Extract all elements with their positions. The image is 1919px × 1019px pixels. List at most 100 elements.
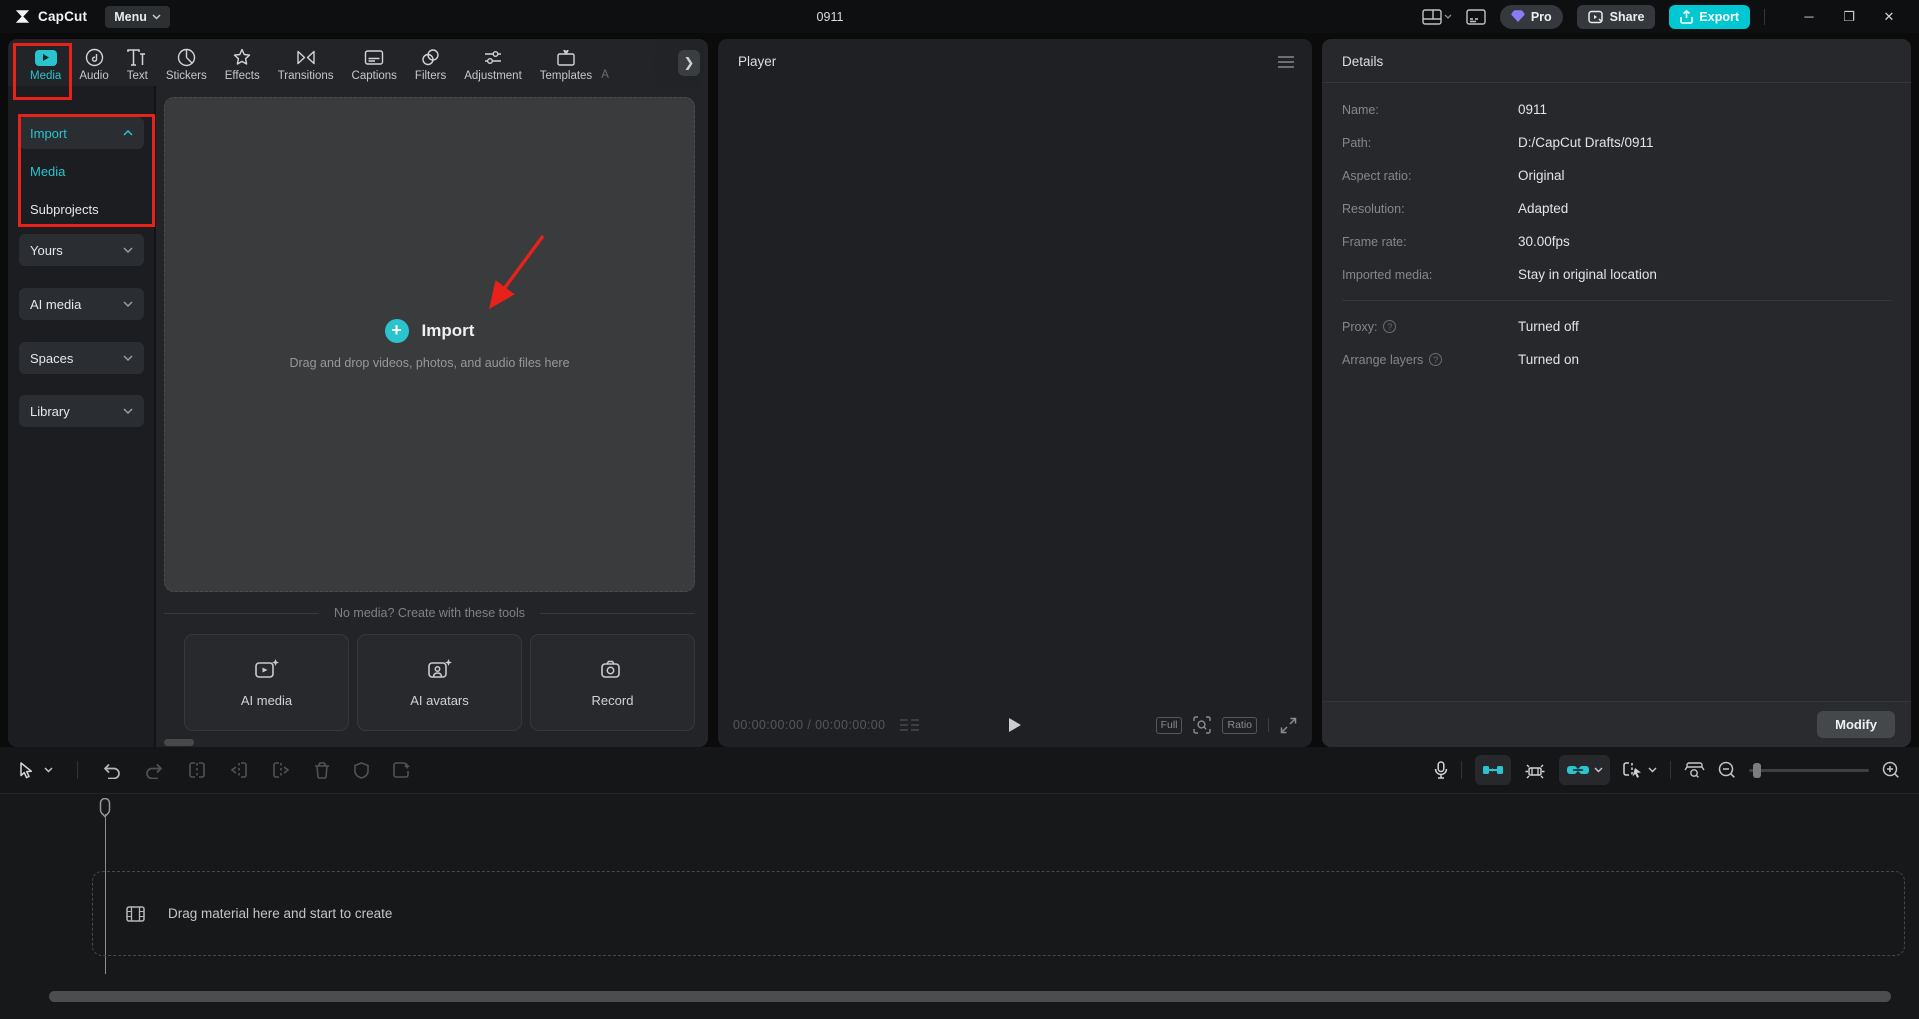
full-screen-toggle[interactable]: Full — [1155, 716, 1183, 734]
export-button[interactable]: Export — [1669, 4, 1750, 29]
extract-audio-button[interactable] — [393, 762, 412, 778]
tab-label: Audio — [79, 70, 109, 82]
preview-render-button[interactable] — [1684, 761, 1705, 779]
sidebar-import-header[interactable]: Import — [19, 117, 144, 149]
toolbar-divider — [1461, 761, 1462, 779]
link-clips-toggle[interactable] — [1559, 755, 1610, 785]
tab-stickers[interactable]: Stickers — [157, 48, 216, 82]
timeline-horizontal-scrollbar[interactable] — [49, 991, 1891, 1002]
audio-tab-icon — [85, 48, 104, 67]
fullscreen-expand-button[interactable] — [1280, 717, 1297, 734]
timeline-area: Drag material here and start to create — [0, 793, 1919, 1019]
minimize-button[interactable]: ─ — [1789, 3, 1829, 31]
help-icon[interactable]: ? — [1383, 320, 1397, 333]
tab-label: Captions — [351, 70, 397, 82]
record-card[interactable]: Record — [530, 634, 695, 731]
timeline-dropzone[interactable]: Drag material here and start to create — [92, 871, 1905, 956]
delete-right-button[interactable] — [272, 762, 290, 778]
tab-label: Media — [30, 70, 62, 82]
player-menu-button[interactable] — [1278, 55, 1294, 68]
sidebar-item-label: Media — [30, 163, 66, 179]
effects-tab-icon — [232, 48, 252, 67]
delete-button[interactable] — [314, 761, 330, 779]
bottom-panel-button[interactable] — [1466, 8, 1486, 25]
share-button[interactable]: Share — [1576, 4, 1656, 29]
details-panel: Details Name: 0911 Path: D:/CapCut Draft… — [1322, 39, 1911, 747]
expand-icon — [1280, 717, 1297, 733]
tab-text[interactable]: Text — [118, 48, 157, 82]
select-tool-button[interactable] — [19, 761, 53, 779]
help-icon[interactable]: ? — [1429, 353, 1443, 366]
tab-label: Transitions — [277, 70, 334, 82]
detail-row-path: Path: D:/CapCut Drafts/0911 — [1342, 135, 1654, 150]
zoom-out-button[interactable] — [1718, 761, 1736, 779]
chevron-down-icon — [1594, 767, 1603, 773]
zoom-focus-button[interactable] — [1193, 716, 1212, 734]
sidebar-section-yours[interactable]: Yours — [19, 234, 144, 266]
undo-button[interactable] — [102, 762, 121, 779]
titlebar-separator — [1764, 8, 1765, 25]
ai-avatars-card[interactable]: AI avatars — [357, 634, 522, 731]
mask-button[interactable] — [354, 761, 369, 779]
snap-icon — [1483, 766, 1503, 774]
toolbar-divider — [77, 761, 78, 779]
tab-captions[interactable]: Captions — [343, 48, 406, 82]
import-dropzone[interactable]: + Import Drag and drop videos, photos, a… — [164, 97, 695, 592]
tabstrip: Media Audio Text Stickers Effects Transi… — [8, 39, 708, 86]
details-footer: Modify — [1322, 701, 1911, 747]
captions-tab-icon — [364, 48, 384, 67]
main-track-magnet-button[interactable] — [1524, 762, 1546, 779]
capcut-logo-icon — [14, 9, 31, 24]
pro-button[interactable]: Pro — [1499, 4, 1563, 29]
timeline-zoom-slider[interactable] — [1749, 762, 1869, 778]
export-label: Export — [1699, 9, 1739, 24]
play-button[interactable] — [1008, 717, 1022, 733]
redo-button[interactable] — [145, 762, 164, 779]
maximize-button[interactable]: ❐ — [1829, 3, 1869, 31]
sidebar-section-spaces[interactable]: Spaces — [19, 342, 144, 374]
zoom-in-button[interactable] — [1882, 761, 1900, 779]
total-time: 00:00:00:00 — [815, 718, 886, 732]
sidebar-item-subprojects[interactable]: Subprojects — [19, 197, 144, 221]
bottom-panel-icon — [1466, 8, 1486, 25]
sidebar-section-ai-media[interactable]: AI media — [19, 288, 144, 320]
tab-filters[interactable]: Filters — [406, 48, 455, 82]
undo-icon — [103, 763, 120, 779]
pro-label: Pro — [1530, 9, 1552, 24]
toolbar-divider — [1670, 761, 1671, 779]
tab-templates[interactable]: Templates — [531, 48, 601, 82]
detail-row-arrange-layers: Arrange layers? Turned on — [1342, 352, 1580, 367]
zoom-slider-handle[interactable] — [1753, 762, 1761, 778]
tab-effects[interactable]: Effects — [216, 48, 269, 82]
sidebar-section-library[interactable]: Library — [19, 395, 144, 427]
filters-tab-icon — [421, 48, 440, 67]
split-button[interactable] — [188, 762, 206, 778]
ratio-button[interactable]: Ratio — [1222, 716, 1257, 734]
detail-row-resolution: Resolution: Adapted — [1342, 201, 1569, 216]
close-button[interactable]: ✕ — [1869, 3, 1909, 31]
transitions-tab-icon — [296, 48, 316, 67]
tab-transitions[interactable]: Transitions — [269, 48, 343, 82]
chevron-down-icon — [1444, 14, 1452, 19]
sidebar-item-media[interactable]: Media — [19, 159, 144, 183]
menu-button[interactable]: Menu — [105, 5, 170, 28]
layout-panels-button[interactable] — [1422, 8, 1452, 25]
delete-left-button[interactable] — [230, 762, 248, 778]
ai-media-card[interactable]: AI media — [184, 634, 349, 731]
content-scrollbar-stub[interactable] — [164, 739, 194, 746]
tab-audio[interactable]: Audio — [70, 48, 117, 82]
tab-adjustment[interactable]: Adjustment — [455, 48, 531, 82]
modify-button[interactable]: Modify — [1817, 711, 1895, 738]
player-controls: 00:00:00:00 / 00:00:00:00 Full Ratio — [718, 703, 1312, 747]
auto-snap-toggle[interactable] — [1475, 755, 1511, 785]
microphone-icon — [1434, 761, 1448, 779]
preview-axis-button[interactable] — [1623, 761, 1657, 779]
media-library-panel: Media Audio Text Stickers Effects Transi… — [8, 39, 708, 747]
voiceover-button[interactable] — [1434, 761, 1448, 779]
tab-media[interactable]: Media — [21, 48, 70, 82]
trash-icon — [315, 761, 329, 779]
tab-partial[interactable]: A — [601, 69, 615, 82]
extract-audio-icon — [393, 762, 411, 778]
expand-tabs-button[interactable]: ❯ — [678, 50, 700, 76]
chevron-down-icon — [123, 355, 133, 361]
